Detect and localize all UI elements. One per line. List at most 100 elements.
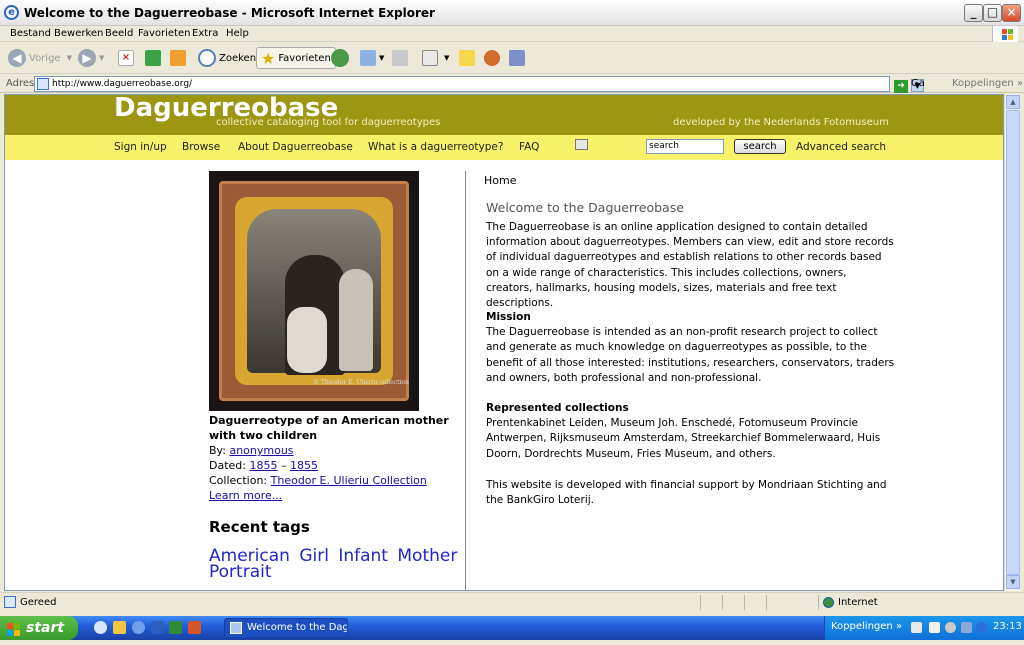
scroll-down-icon[interactable]: ▼ — [1006, 575, 1020, 589]
status-divider — [700, 595, 701, 610]
chevron-down-icon: ▼ — [66, 54, 72, 62]
photo-plate — [247, 209, 381, 375]
links-label: Koppelingen — [952, 78, 1014, 89]
menu-extra[interactable]: Extra — [192, 28, 218, 39]
status-divider — [766, 595, 767, 610]
featured-daguerreotype-image[interactable]: © Theodor E. Ulieriu collection — [209, 171, 419, 411]
research-icon — [509, 50, 525, 66]
date-from-link[interactable]: 1855 — [249, 459, 277, 472]
collections-text: Prentenkabinet Leiden, Museum Joh. Ensch… — [486, 417, 881, 460]
quicklaunch-browser-icon[interactable] — [132, 621, 145, 634]
by-label: By: — [209, 444, 226, 457]
print-button[interactable] — [392, 47, 408, 69]
window-title: Welcome to the Daguerreobase - Microsoft… — [24, 6, 435, 20]
tag-link[interactable]: Infant — [338, 546, 388, 566]
menu-help[interactable]: Help — [226, 28, 249, 39]
mission-heading: Mission — [486, 311, 531, 323]
menu-bewerken[interactable]: Bewerken — [54, 28, 103, 39]
status-text: Gereed — [20, 597, 57, 608]
notes-button[interactable] — [459, 47, 475, 69]
network-icon[interactable] — [961, 622, 972, 633]
tag-link[interactable]: Girl — [299, 546, 329, 566]
edit-button[interactable]: ▼ — [422, 47, 449, 69]
address-label: Adres — [6, 78, 35, 89]
scroll-up-icon[interactable]: ▲ — [1006, 95, 1020, 109]
forward-button[interactable]: ▶ ▼ — [78, 47, 104, 69]
maximize-button[interactable]: □ — [983, 4, 1002, 22]
close-button[interactable]: × — [1002, 4, 1021, 22]
history-button[interactable] — [331, 47, 352, 69]
page-title: Welcome to the Daguerreobase — [486, 200, 684, 215]
site-search-button[interactable]: search — [734, 139, 786, 154]
messenger-button[interactable] — [484, 47, 500, 69]
menu-beeld[interactable]: Beeld — [105, 28, 133, 39]
status-bar: Gereed Internet — [0, 592, 1024, 612]
chevron-right-icon: » — [1016, 78, 1024, 89]
page-viewport: Daguerreobase collective cataloging tool… — [4, 94, 1004, 591]
links-toolbar[interactable]: Koppelingen » — [952, 78, 1023, 89]
stop-icon: × — [118, 50, 134, 66]
globe-icon — [823, 597, 834, 608]
vertical-scrollbar[interactable]: ▲ ▼ — [1004, 94, 1020, 591]
quicklaunch-ie-icon[interactable] — [94, 621, 107, 634]
search-label: Zoeken — [219, 52, 257, 64]
nav-about[interactable]: About Daguerreobase — [238, 141, 353, 153]
note-icon — [459, 50, 475, 66]
security-zone: Internet — [838, 597, 878, 608]
windows-flag-icon — [992, 26, 1018, 42]
nav-browse[interactable]: Browse — [182, 141, 220, 153]
tag-link[interactable]: Portrait — [209, 562, 272, 582]
links-toolbar[interactable]: Koppelingen » — [831, 621, 902, 632]
site-search-input[interactable]: search — [646, 139, 724, 154]
quicklaunch-excel-icon[interactable] — [169, 621, 182, 634]
refresh-button[interactable] — [145, 47, 161, 69]
nav-faq[interactable]: FAQ — [519, 141, 539, 153]
refresh-icon — [145, 50, 161, 66]
nav-sign-in[interactable]: Sign in/up — [114, 141, 167, 153]
help-icon[interactable] — [911, 622, 922, 633]
quicklaunch-powerpoint-icon[interactable] — [188, 621, 201, 634]
go-button[interactable]: ➜Ga naar — [894, 76, 949, 106]
research-button[interactable] — [509, 47, 525, 69]
toolbar: ◀ Vorige ▼ ▶ ▼ × Zoeken ★ Favorieten ▼ ▼ — [0, 42, 1024, 74]
author-link[interactable]: anonymous — [229, 444, 293, 457]
back-tray-icon[interactable] — [945, 622, 956, 633]
favorites-label: Favorieten — [278, 52, 331, 64]
messenger-tray-icon[interactable] — [976, 622, 987, 633]
learn-more-link[interactable]: Learn more... — [209, 489, 282, 502]
menu-bestand[interactable]: Bestand — [10, 28, 51, 39]
chevron-right-icon: » — [895, 621, 903, 632]
collection-label: Collection: — [209, 474, 268, 487]
tag-link[interactable]: Mother — [397, 546, 457, 566]
page-icon — [4, 596, 16, 608]
collection-link[interactable]: Theodor E. Ulieriu Collection — [271, 474, 427, 487]
developer-credit: developed by the Nederlands Fotomuseum — [673, 117, 889, 128]
title-bar[interactable]: e Welcome to the Daguerreobase - Microso… — [0, 0, 1024, 26]
home-button[interactable] — [170, 47, 186, 69]
date-to-link[interactable]: 1855 — [290, 459, 318, 472]
menu-favorieten[interactable]: Favorieten — [138, 28, 190, 39]
favorites-button[interactable]: ★ Favorieten — [256, 47, 336, 69]
minimize-button[interactable]: _ — [964, 4, 983, 22]
nav-what-is[interactable]: What is a daguerreotype? — [368, 141, 503, 153]
date-separator: – — [280, 459, 287, 472]
quicklaunch-folder-icon[interactable] — [113, 621, 126, 634]
address-input[interactable]: http://www.daguerreobase.org/ ▼ — [34, 76, 924, 92]
status-divider — [818, 595, 819, 610]
taskbar-item-ie[interactable]: Welcome to the Dagu... — [224, 618, 348, 638]
breadcrumb[interactable]: Home — [484, 174, 516, 187]
mail-button[interactable]: ▼ — [360, 47, 384, 69]
printer-icon[interactable] — [575, 139, 588, 150]
back-button[interactable]: ◀ Vorige ▼ — [8, 47, 72, 69]
taskbar-item-label: Welcome to the Dagu... — [247, 622, 348, 633]
advanced-search-link[interactable]: Advanced search — [796, 141, 886, 153]
start-button[interactable]: start — [0, 616, 78, 640]
ie-tray-icon[interactable] — [929, 622, 940, 633]
chevron-down-icon: ▼ — [444, 54, 450, 62]
search-button[interactable]: Zoeken — [198, 47, 256, 69]
ie-logo-icon — [230, 622, 242, 634]
start-label: start — [26, 620, 65, 636]
quicklaunch-word-icon[interactable] — [151, 621, 164, 634]
stop-button[interactable]: × — [118, 47, 134, 69]
scroll-thumb[interactable] — [1006, 110, 1020, 575]
